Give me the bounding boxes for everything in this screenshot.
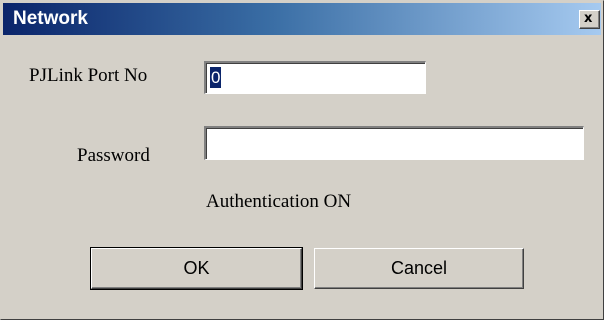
port-value: 0 (210, 67, 222, 88)
authentication-status: Authentication ON (206, 191, 352, 212)
window-title: Network (13, 8, 88, 29)
network-dialog: Network x PJLink Port No 0 Password Auth… (0, 0, 604, 320)
port-label: PJLink Port No (29, 65, 148, 86)
password-label: Password (77, 145, 150, 166)
ok-button[interactable]: OK (90, 247, 303, 290)
port-input[interactable]: 0 (204, 61, 426, 94)
password-input[interactable] (204, 126, 584, 160)
cancel-button[interactable]: Cancel (314, 248, 524, 289)
close-icon: x (584, 11, 593, 26)
close-button[interactable]: x (579, 10, 600, 29)
title-bar[interactable]: Network x (3, 3, 601, 35)
